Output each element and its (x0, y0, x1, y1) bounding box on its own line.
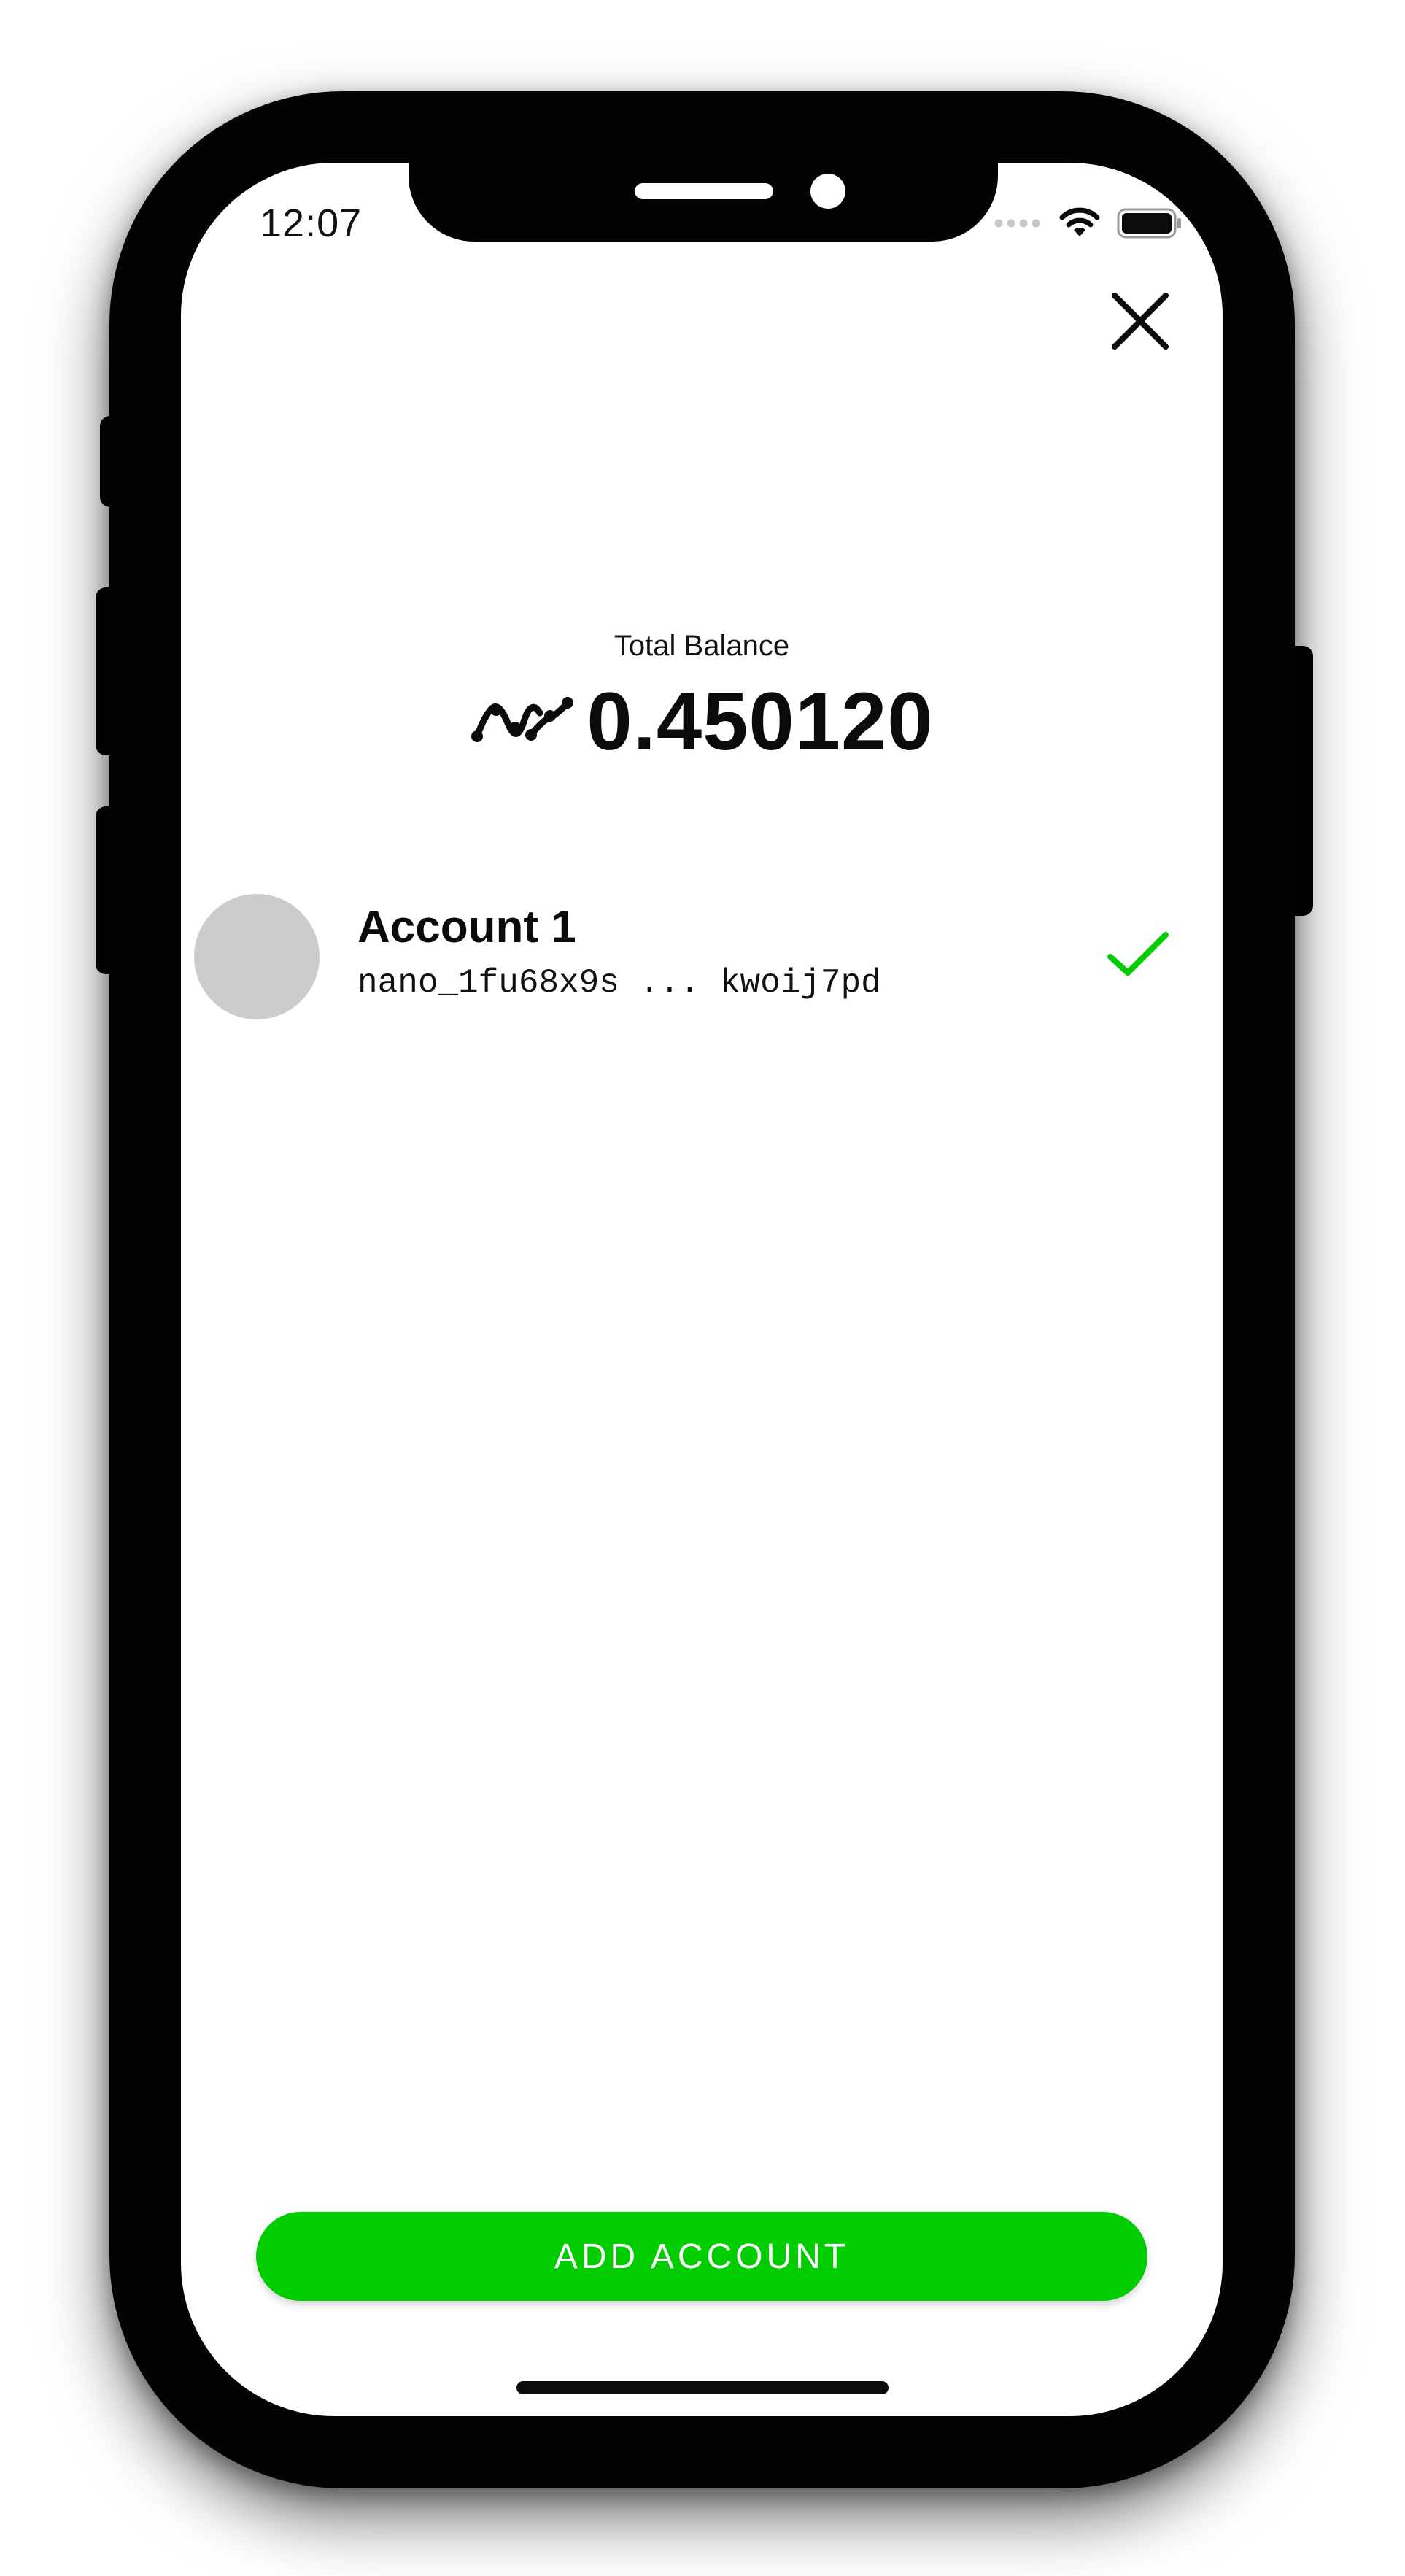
add-account-button[interactable]: ADD ACCOUNT (256, 2212, 1147, 2301)
status-time: 12:07 (260, 201, 363, 245)
signal-icon (994, 217, 1042, 233)
stage: 12:07 Total Balance 0.450120 Account 1 n… (0, 0, 1405, 2576)
checkmark-icon (1107, 932, 1169, 976)
status-icons (994, 207, 1183, 243)
close-button[interactable] (1107, 288, 1173, 354)
front-camera (810, 174, 845, 209)
account-row[interactable]: Account 1 nano_1fu68x9s ... kwoij7pd (181, 885, 1223, 1031)
notch (409, 163, 998, 242)
total-balance-label: Total Balance (614, 630, 790, 662)
account-address: nano_1fu68x9s ... kwoij7pd (357, 964, 881, 1002)
total-balance: 0.450120 (181, 681, 1223, 763)
battery-icon (1117, 207, 1183, 243)
avatar (194, 894, 320, 1019)
wifi-icon (1058, 207, 1101, 243)
close-icon (1112, 293, 1169, 350)
account-name: Account 1 (357, 902, 576, 952)
speaker-grille (635, 183, 773, 199)
balance-value: 0.450120 (587, 676, 934, 767)
home-indicator[interactable] (516, 2381, 889, 2394)
nano-logo-icon (470, 694, 574, 750)
phone-screen: 12:07 Total Balance 0.450120 Account 1 n… (181, 163, 1223, 2416)
